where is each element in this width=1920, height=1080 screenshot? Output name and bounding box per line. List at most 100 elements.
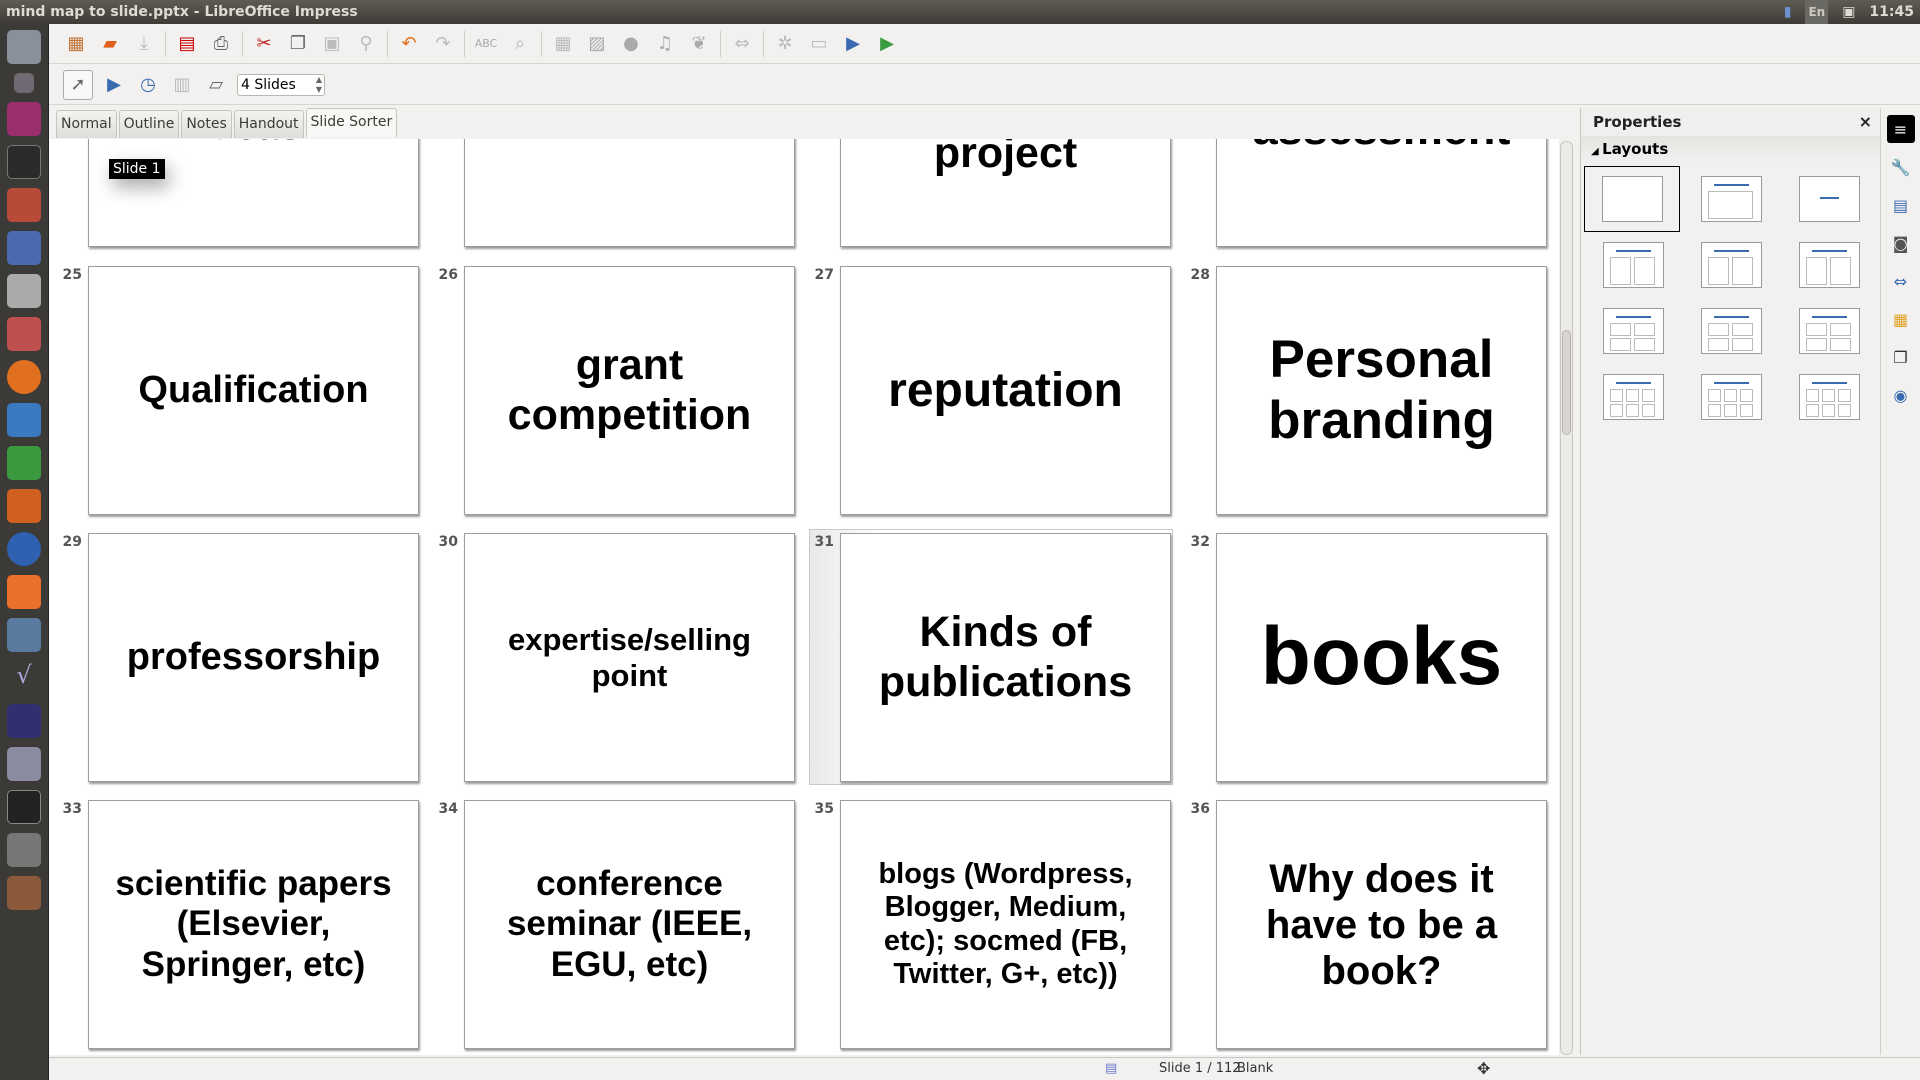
slide-thumbnail[interactable]: reputation	[840, 266, 1171, 515]
battery-icon[interactable]: ▣	[1842, 0, 1855, 24]
paste-icon[interactable]: ▣	[319, 31, 345, 57]
signal-icon[interactable]: ▮	[1784, 0, 1792, 24]
app-icon[interactable]	[7, 102, 41, 136]
tex-icon[interactable]	[7, 704, 41, 738]
spellcheck-icon[interactable]: ABC	[473, 31, 499, 57]
keyboard-layout-indicator[interactable]: En	[1805, 0, 1829, 24]
slides-per-row-spinner[interactable]: 4 Slides ▲ ▼	[237, 73, 325, 96]
slide-thumbnail[interactable]: Kinds of publications	[840, 533, 1171, 782]
tab-outline[interactable]: Outline	[118, 110, 180, 138]
slide-thumbnail[interactable]: conference seminar (IEEE, EGU, etc)	[464, 800, 795, 1049]
layout-option[interactable]	[1780, 298, 1878, 364]
tab-notes[interactable]: Notes	[181, 110, 232, 138]
spinner-arrows[interactable]: ▲ ▼	[316, 75, 322, 95]
terminal-icon[interactable]	[7, 145, 41, 179]
slide-thumbnail[interactable]: project	[840, 139, 1171, 247]
firefox-icon[interactable]	[7, 360, 41, 394]
slide-thumbnail[interactable]: grant competition	[464, 266, 795, 515]
slide-thumbnail[interactable]: assessment	[1216, 139, 1547, 247]
package-icon[interactable]	[7, 747, 41, 781]
slide-transition-icon[interactable]: ⇔	[1887, 267, 1915, 295]
custom-animation-icon[interactable]: ◙	[1887, 229, 1915, 257]
gimp-icon[interactable]	[7, 833, 41, 867]
layout-option[interactable]	[1584, 364, 1682, 430]
undo-icon[interactable]: ↶	[396, 31, 422, 57]
master-slides-icon[interactable]: ▤	[1887, 191, 1915, 219]
close-icon[interactable]: ×	[1859, 108, 1872, 136]
sidebar-menu-icon[interactable]: ≡	[1886, 115, 1915, 143]
vertical-scrollbar[interactable]	[1560, 141, 1573, 1055]
new-slide-icon[interactable]: ▦	[63, 31, 89, 57]
thunderbird-icon[interactable]	[7, 231, 41, 265]
layout-option[interactable]	[1682, 364, 1780, 430]
tool-icon[interactable]	[7, 618, 41, 652]
dash-icon[interactable]	[7, 30, 41, 64]
slideshow-current-icon[interactable]: ▶	[874, 31, 900, 57]
gallery-icon[interactable]: ❐	[1887, 343, 1915, 371]
files-icon[interactable]	[7, 317, 41, 351]
select-pointer-icon[interactable]: ➚	[63, 69, 93, 100]
fontwork-icon[interactable]: ❦	[686, 31, 712, 57]
tab-handout[interactable]: Handout	[233, 110, 304, 138]
slide-thumbnail[interactable]: blogs (Wordpress, Blogger, Medium, etc);…	[840, 800, 1171, 1049]
slide-thumbnail[interactable]: Why does it have to be a book?	[1216, 800, 1547, 1049]
clone-formatting-icon[interactable]: ⚲	[353, 31, 379, 57]
document-icon[interactable]: ▤	[1105, 1058, 1117, 1080]
slide-transition-icon[interactable]: ▥	[169, 72, 195, 98]
layouts-section-header[interactable]: ◢ Layouts	[1581, 136, 1880, 162]
workspace-icon[interactable]	[14, 73, 34, 93]
slide-thumbnail[interactable]: professorship	[88, 533, 419, 782]
slide-thumbnail[interactable]: Ideas	[88, 139, 419, 247]
slide-thumbnail[interactable]: Personal branding	[1216, 266, 1547, 515]
settings-icon[interactable]	[7, 188, 41, 222]
find-icon[interactable]: ⌕	[507, 31, 533, 57]
inkscape-icon[interactable]	[7, 790, 41, 824]
display-icon[interactable]: ▭	[806, 31, 832, 57]
copy-icon[interactable]: ❐	[285, 31, 311, 57]
tab-slide-sorter[interactable]: Slide Sorter	[305, 108, 398, 137]
layout-option[interactable]	[1682, 166, 1780, 232]
tab-normal[interactable]: Normal	[56, 110, 117, 138]
redo-icon[interactable]: ↷	[430, 31, 456, 57]
camera-icon[interactable]	[7, 274, 41, 308]
layout-option[interactable]	[1584, 298, 1682, 364]
media-icon[interactable]: ♫	[652, 31, 678, 57]
layout-option[interactable]	[1682, 232, 1780, 298]
slide-thumbnail[interactable]: books	[1216, 533, 1547, 782]
table-icon[interactable]: ▦	[550, 31, 576, 57]
layout-option[interactable]	[1780, 364, 1878, 430]
slide-thumbnail[interactable]: scientific papers (Elsevier, Springer, e…	[88, 800, 419, 1049]
print-icon[interactable]: ⎙	[208, 31, 234, 57]
slideshow-icon[interactable]: ▶	[101, 72, 127, 98]
save-icon[interactable]: ⤓	[131, 31, 157, 57]
math-icon[interactable]: √	[7, 661, 41, 695]
hyperlink-icon[interactable]: ⇔	[729, 31, 755, 57]
calc-icon[interactable]	[7, 446, 41, 480]
impress-icon[interactable]	[7, 489, 41, 523]
layout-option[interactable]	[1584, 166, 1680, 232]
r-icon[interactable]	[7, 532, 41, 566]
open-icon[interactable]: ▰	[97, 31, 123, 57]
scrollbar-thumb[interactable]	[1562, 330, 1571, 435]
slide-thumbnail[interactable]: expertise/selling point	[464, 533, 795, 782]
library-icon[interactable]	[7, 876, 41, 910]
move-icon[interactable]: ✥	[1477, 1058, 1490, 1080]
slide-thumbnail[interactable]	[464, 139, 795, 247]
styles-icon[interactable]: ▦	[1887, 305, 1915, 333]
slide-thumbnail[interactable]: Qualification	[88, 266, 419, 515]
properties-icon[interactable]: 🔧	[1887, 153, 1915, 181]
export-pdf-icon[interactable]: ▤	[174, 31, 200, 57]
writer-icon[interactable]	[7, 403, 41, 437]
navigator-icon[interactable]: ◉	[1887, 381, 1915, 409]
start-slideshow-icon[interactable]: ▶	[840, 31, 866, 57]
layout-option[interactable]	[1780, 232, 1878, 298]
rehearse-timings-icon[interactable]: ◷	[135, 72, 161, 98]
clock[interactable]: 11:45	[1869, 0, 1914, 24]
chart-icon[interactable]: ●	[618, 31, 644, 57]
navigator-icon[interactable]: ✲	[772, 31, 798, 57]
cut-icon[interactable]: ✂	[251, 31, 277, 57]
software-center-icon[interactable]	[7, 575, 41, 609]
hide-slide-icon[interactable]: ▱	[203, 72, 229, 98]
layout-option[interactable]	[1584, 232, 1682, 298]
layout-option[interactable]	[1780, 166, 1878, 232]
